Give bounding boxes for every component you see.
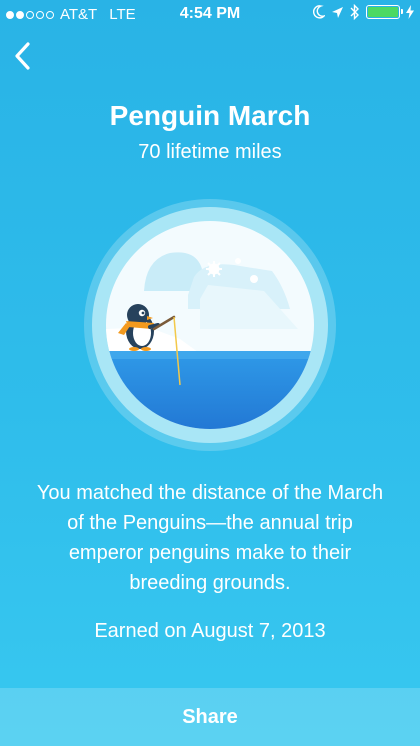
status-bar: AT&T LTE 4:54 PM <box>0 0 420 30</box>
battery-level <box>368 7 398 17</box>
charging-icon <box>406 5 414 19</box>
badge-subtitle: 70 lifetime miles <box>138 141 282 163</box>
moon-icon <box>313 5 325 19</box>
back-button[interactable] <box>8 38 36 74</box>
status-right <box>313 4 414 20</box>
bluetooth-icon <box>350 4 359 20</box>
share-button[interactable]: Share <box>0 688 420 746</box>
page-title: Penguin March <box>109 100 311 131</box>
earned-date: Earned on August 7, 2013 <box>94 620 326 642</box>
location-arrow-icon <box>332 6 343 18</box>
chevron-left-icon <box>15 42 30 70</box>
battery-icon <box>366 5 403 19</box>
snowflake-icon <box>206 261 222 277</box>
share-button-label: Share <box>182 705 238 728</box>
penguin-fishing-badge <box>84 199 336 451</box>
badge-description: You matched the distance of the March of… <box>36 482 384 594</box>
